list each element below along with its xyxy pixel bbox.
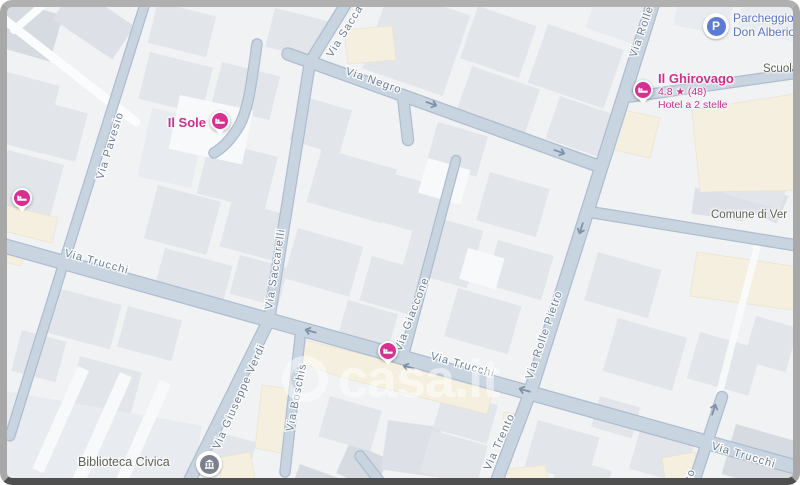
lodging-pin-left-edge[interactable] [12, 188, 32, 208]
bed-icon [17, 193, 27, 203]
poi-biblioteca-label[interactable]: Biblioteca Civica [78, 455, 170, 469]
poi-parcheggio-subtitle: Don Alberione [733, 25, 800, 39]
poi-il-ghirovago-category: Hotel a 2 stelle [658, 99, 734, 112]
poi-il-ghirovago-rating: 4.8 ★ (48) [658, 86, 734, 99]
lodging-pin-il-sole[interactable] [210, 111, 230, 131]
poi-il-sole-label[interactable]: Il Sole [130, 115, 206, 130]
library-icon-glyph [200, 455, 219, 474]
poi-scuola-label[interactable]: Scuola [763, 63, 798, 75]
poi-parcheggio-title: Parcheggio [733, 11, 800, 25]
parking-icon-letter: P [707, 17, 726, 36]
bed-icon [215, 116, 225, 126]
poi-parcheggio-label[interactable]: Parcheggio Don Alberione [733, 11, 800, 39]
bed-icon [383, 346, 393, 356]
bed-icon [638, 85, 648, 95]
lodging-pin-il-ghirovago[interactable] [633, 80, 653, 100]
parking-icon[interactable]: P [703, 13, 729, 39]
poi-il-ghirovago[interactable]: Il Ghirovago 4.8 ★ (48) Hotel a 2 stelle [658, 71, 734, 112]
library-icon[interactable] [196, 451, 222, 477]
lodging-pin-center[interactable] [378, 341, 398, 361]
poi-il-ghirovago-title: Il Ghirovago [658, 71, 734, 86]
poi-comune-label[interactable]: Comune di Ver [711, 209, 787, 221]
map-viewport[interactable]: Via Pavesio Via Saccarelli Via Negro Via… [0, 0, 800, 485]
